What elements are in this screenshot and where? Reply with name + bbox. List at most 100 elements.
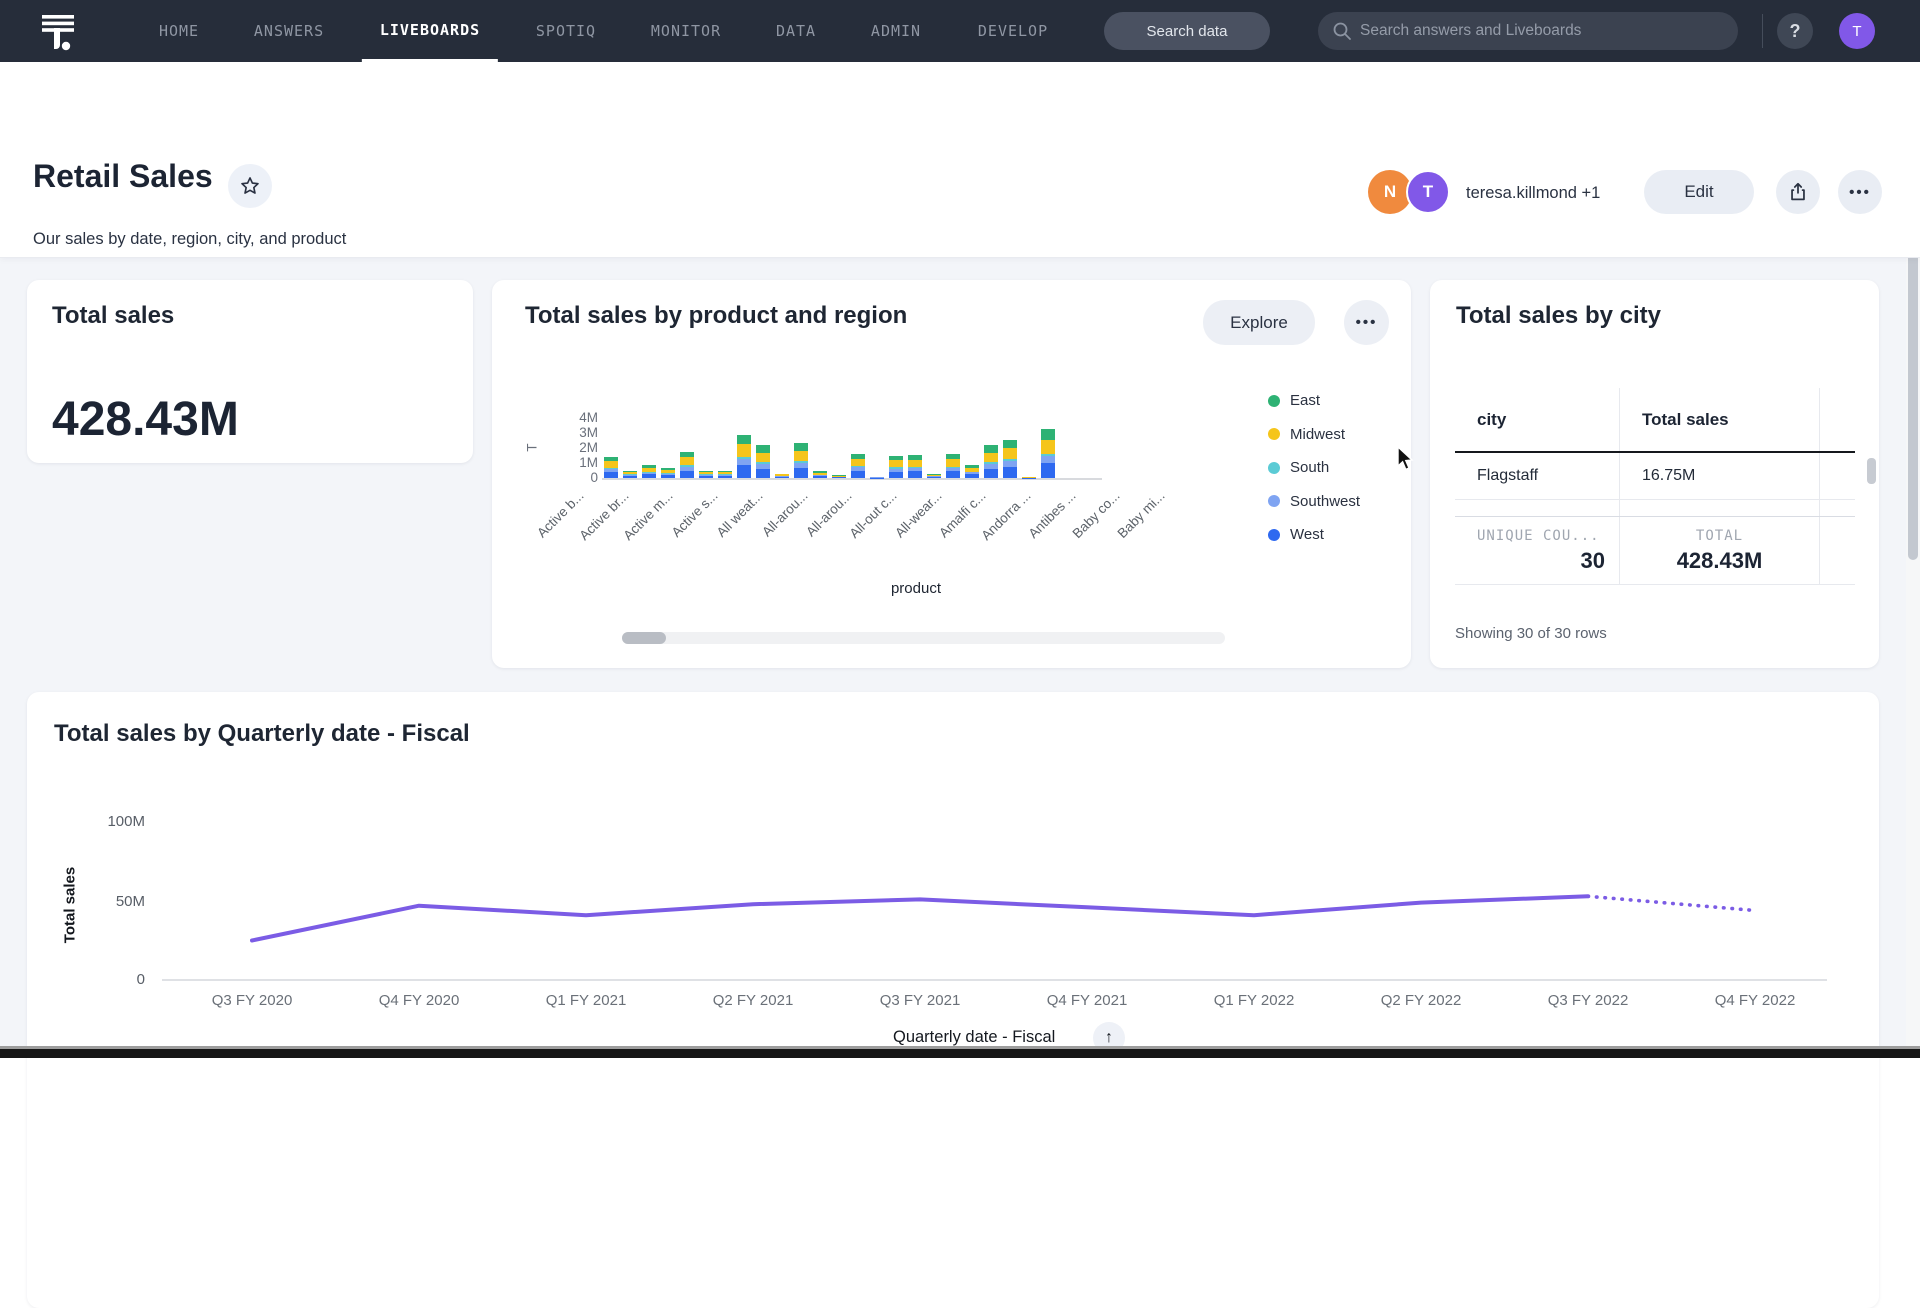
bar-segment-west [984,469,998,478]
legend-item-midwest[interactable]: Midwest [1268,418,1360,452]
legend-item-west[interactable]: West [1268,518,1360,552]
legend-label: East [1290,392,1320,409]
search-input[interactable] [1318,12,1738,50]
summary-value-total: 428.43M [1677,548,1763,574]
thoughtspot-logo-icon[interactable] [38,9,82,53]
user-avatar[interactable]: T [1839,13,1875,49]
bar-stack[interactable] [908,455,922,478]
liveboard-header: Retail Sales Our sales by date, region, … [0,62,1920,258]
bar-stack[interactable] [661,468,675,478]
nav-item-liveboards[interactable]: LIVEBOARDS [362,0,498,62]
favorite-button[interactable] [228,164,272,208]
legend-label: South [1290,459,1329,476]
bar-stack[interactable] [965,465,979,478]
search-icon [1332,21,1352,41]
chart-hscrollbar-track[interactable] [622,632,1225,644]
chart-hscrollbar-thumb[interactable] [622,632,666,644]
bar-stack[interactable] [1022,477,1036,478]
x-tick-label: Q2 FY 2022 [1341,992,1501,1009]
table-vscrollbar-thumb[interactable] [1867,458,1876,484]
bar-segment-west [718,476,732,478]
bar-segment-west [1041,463,1055,478]
table-row[interactable]: Flagstaff 16.75M [1455,453,1855,500]
legend-item-east[interactable]: East [1268,384,1360,418]
chart-legend: East Midwest South Southwest West [1268,384,1360,552]
x-tick-label: Q1 FY 2021 [506,992,666,1009]
nav-item-admin[interactable]: ADMIN [853,0,939,62]
bar-stack[interactable] [851,454,865,478]
bar-stack[interactable] [737,435,751,478]
nav-item-monitor[interactable]: MONITOR [633,0,739,62]
bar-stack[interactable] [756,445,770,478]
bar-stack[interactable] [813,471,827,478]
x-tick-label: Q4 FY 2020 [339,992,499,1009]
bar-stack[interactable] [718,471,732,478]
table-card-city[interactable]: Total sales by city city Total sales Fla… [1430,280,1879,668]
bar-stack[interactable] [604,457,618,478]
bar-stack[interactable] [623,471,637,478]
bar-segment-west [756,469,770,478]
share-button[interactable] [1776,170,1820,214]
bar-stack[interactable] [775,474,789,478]
column-header-city[interactable]: city [1455,388,1620,451]
bar-segment-west [604,472,618,478]
bar-segment-west [661,475,675,478]
bar-segment-midwest [984,453,998,463]
window-bottom-bar [0,1049,1920,1058]
bar-stack[interactable] [984,445,998,478]
bar-segment-west [699,476,713,478]
bar-stack[interactable] [889,456,903,478]
bar-segment-east [737,435,751,444]
chart-card-product-region[interactable]: Total sales by product and region Explor… [492,280,1411,668]
line-series [252,896,1588,940]
legend-item-south[interactable]: South [1268,451,1360,485]
edit-button[interactable]: Edit [1644,170,1754,214]
bar-stack[interactable] [946,454,960,478]
bar-segment-west [737,465,751,478]
bar-segment-east [1003,440,1017,448]
bar-stack[interactable] [870,477,884,478]
owner-label: teresa.killmond +1 [1466,184,1600,203]
kpi-card-total-sales[interactable]: Total sales 428.43M [27,280,473,463]
x-axis-title: product [816,580,1016,597]
x-tick-label: Q3 FY 2022 [1508,992,1668,1009]
bar-stack[interactable] [699,471,713,478]
mouse-cursor [1396,446,1418,474]
nav-item-develop[interactable]: DEVELOP [960,0,1066,62]
search-data-button[interactable]: Search data [1104,12,1270,50]
bar-stack[interactable] [832,475,846,478]
bar-stack[interactable] [642,465,656,478]
chart-card-quarterly[interactable]: Total sales by Quarterly date - Fiscal T… [27,692,1879,1308]
bar-segment-midwest [604,461,618,468]
legend-item-southwest[interactable]: Southwest [1268,485,1360,519]
summary-label-unique-count: UNIQUE COU... [1477,528,1600,544]
kpi-value: 428.43M [52,392,239,447]
bar-stack[interactable] [927,474,941,478]
nav-item-spotiq[interactable]: SPOTIQ [518,0,614,62]
nav-item-home[interactable]: HOME [141,0,217,62]
column-header-total-sales[interactable]: Total sales [1620,388,1820,451]
bar-segment-west [908,471,922,478]
author-avatar[interactable]: T [1406,170,1450,214]
x-tick-label: Q3 FY 2021 [840,992,1000,1009]
x-tick-label: Q3 FY 2020 [172,992,332,1009]
legend-dot-icon [1268,428,1280,440]
legend-label: Southwest [1290,493,1360,510]
y-tick-label: 1M [538,455,598,470]
bar-stack[interactable] [794,443,808,478]
bar-stack[interactable] [1041,429,1055,478]
bar-stack[interactable] [680,452,694,478]
bar-stack[interactable] [1003,440,1017,478]
x-axis-title: Quarterly date - Fiscal [893,1028,1055,1047]
page-subtitle: Our sales by date, region, city, and pro… [33,230,346,249]
top-nav: HOME ANSWERS LIVEBOARDS SPOTIQ MONITOR DATA AD… [0,0,1920,62]
nav-item-data[interactable]: DATA [758,0,834,62]
nav-item-answers[interactable]: ANSWERS [236,0,342,62]
y-tick-label: 0 [65,971,145,988]
help-button[interactable]: ? [1777,13,1813,49]
bar-segment-midwest [737,444,751,457]
bar-segment-west [1003,467,1017,478]
table-row-count: Showing 30 of 30 rows [1455,625,1607,642]
more-options-button[interactable]: ••• [1838,170,1882,214]
bar-segment-west [851,471,865,478]
